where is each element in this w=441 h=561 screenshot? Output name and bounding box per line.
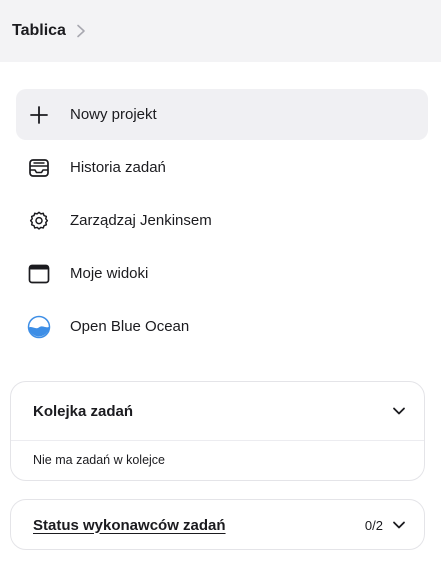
gear-icon bbox=[26, 208, 52, 234]
inbox-icon bbox=[26, 155, 52, 181]
blue-ocean-icon bbox=[26, 314, 52, 340]
build-queue-title: Kolejka zadań bbox=[33, 402, 134, 420]
executor-count: 0/2 bbox=[364, 517, 383, 533]
executor-status-header: Status wykonawców zadań 0/2 bbox=[33, 514, 406, 536]
breadcrumb-item-dashboard[interactable]: Tablica bbox=[12, 22, 66, 40]
chevron-down-icon[interactable] bbox=[392, 518, 406, 532]
chevron-down-icon[interactable] bbox=[392, 404, 406, 418]
nav-item-open-blue-ocean[interactable]: Open Blue Ocean bbox=[16, 301, 428, 352]
build-queue-header[interactable]: Kolejka zadań bbox=[33, 400, 406, 422]
nav-item-my-views[interactable]: Moje widoki bbox=[16, 248, 428, 299]
breadcrumb: Tablica bbox=[0, 0, 441, 62]
executor-status-panel: Status wykonawców zadań 0/2 bbox=[10, 499, 425, 550]
window-icon bbox=[26, 261, 52, 287]
nav-item-label: Historia zadań bbox=[70, 159, 166, 176]
build-queue-panel: Kolejka zadań Nie ma zadań w kolejce bbox=[10, 381, 425, 481]
nav-item-label: Nowy projekt bbox=[70, 106, 157, 123]
plus-icon bbox=[26, 102, 52, 128]
side-nav: Nowy projekt Historia zadań Zarządzaj Je… bbox=[16, 89, 428, 354]
nav-item-label: Open Blue Ocean bbox=[70, 318, 190, 335]
nav-item-label: Moje widoki bbox=[70, 265, 149, 282]
nav-item-build-history[interactable]: Historia zadań bbox=[16, 142, 428, 193]
executor-status-link[interactable]: Status wykonawców zadań bbox=[33, 517, 226, 534]
nav-item-label: Zarządzaj Jenkinsem bbox=[70, 212, 212, 229]
nav-item-manage-jenkins[interactable]: Zarządzaj Jenkinsem bbox=[16, 195, 428, 246]
divider bbox=[11, 440, 424, 441]
build-queue-empty-message: Nie ma zadań w kolejce bbox=[33, 453, 166, 467]
chevron-right-icon[interactable] bbox=[76, 24, 86, 38]
nav-item-new-project[interactable]: Nowy projekt bbox=[16, 89, 428, 140]
